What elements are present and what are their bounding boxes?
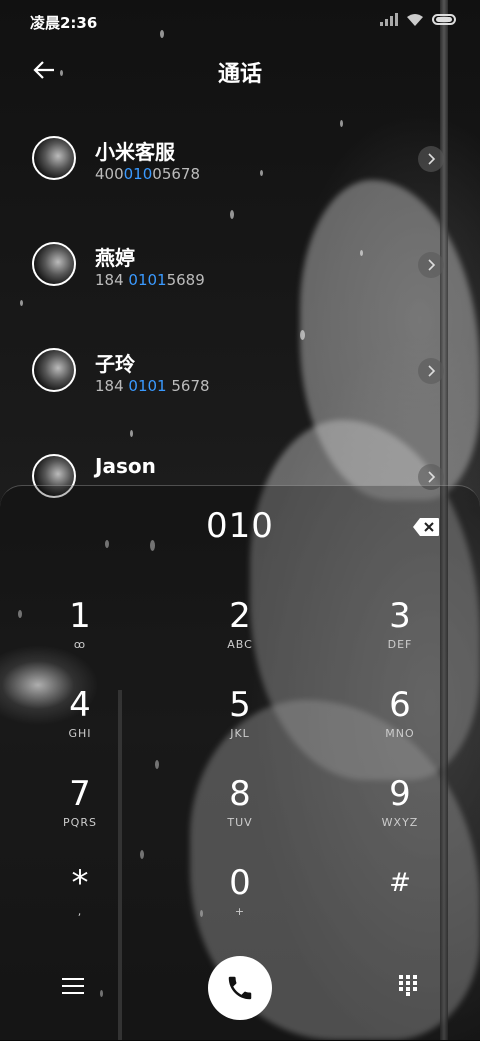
contact-number: 40001005678 xyxy=(95,165,200,183)
contact-row[interactable]: 燕婷 184 01015689 xyxy=(0,216,480,316)
key-4[interactable]: 4 GHI xyxy=(20,685,140,765)
contact-name: Jason xyxy=(95,454,156,478)
keypad-grid-icon[interactable] xyxy=(398,974,418,996)
contact-row[interactable]: 小米客服 40001005678 xyxy=(0,110,480,210)
avatar xyxy=(32,348,76,392)
dialpad-actions xyxy=(0,956,480,1026)
dial-input[interactable]: 010 xyxy=(0,506,480,546)
dialpad: 010 1ꝏ 2 ABC 3 DEF 4 GHI 5 JKL 6 MNO 7 PQRS 8T… xyxy=(0,485,480,1041)
key-6[interactable]: 6 MNO xyxy=(340,685,460,765)
contact-name: 燕婷 xyxy=(95,246,135,270)
key-9[interactable]: 9 WXYZ xyxy=(340,774,460,854)
contact-number: 184 01015689 xyxy=(95,271,205,289)
key-3[interactable]: 3 DEF xyxy=(340,596,460,676)
phone-icon xyxy=(228,976,252,1000)
chevron-right-icon[interactable] xyxy=(418,252,444,278)
avatar xyxy=(32,136,76,180)
wifi-icon xyxy=(406,12,424,26)
key-7[interactable]: 7 PQRS xyxy=(20,774,140,854)
battery-icon xyxy=(432,13,456,25)
page-title: 通话 xyxy=(217,62,262,87)
voicemail-icon: ꝏ xyxy=(73,638,87,651)
chevron-right-icon[interactable] xyxy=(418,146,444,172)
key-star[interactable]: *, xyxy=(20,863,140,943)
backspace-icon[interactable] xyxy=(412,517,440,537)
contact-name: 子玲 xyxy=(95,352,135,376)
key-8[interactable]: 8 TUV xyxy=(180,774,300,854)
call-button[interactable] xyxy=(208,956,272,1020)
contact-number: 184 0101 5678 xyxy=(95,377,210,395)
key-1[interactable]: 1ꝏ xyxy=(20,596,140,676)
header: 通话 xyxy=(0,48,480,92)
chevron-right-icon[interactable] xyxy=(418,358,444,384)
status-time: 凌晨2:36 xyxy=(30,14,98,32)
signal-icon xyxy=(380,12,398,26)
status-bar: 凌晨2:36 xyxy=(0,0,480,40)
avatar xyxy=(32,242,76,286)
contact-row[interactable]: 子玲 184 0101 5678 xyxy=(0,322,480,422)
key-hash[interactable]: # xyxy=(340,863,460,943)
key-5[interactable]: 5 JKL xyxy=(180,685,300,765)
menu-icon[interactable] xyxy=(62,978,84,996)
key-0[interactable]: 0 + xyxy=(180,863,300,943)
contact-name: 小米客服 xyxy=(95,140,175,164)
key-2[interactable]: 2 ABC xyxy=(180,596,300,676)
